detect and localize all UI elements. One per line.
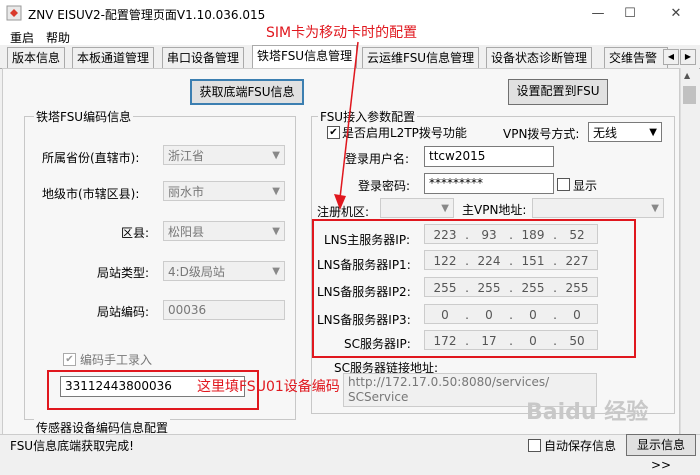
county-label: 区县: [121,226,150,240]
vpn-mode-value: 无线 [593,126,618,140]
auto-save-label: 自动保存信息 [544,439,617,453]
annotation-arrow [334,41,359,210]
status-message: FSU信息底端获取完成! [10,439,134,453]
tab-device-diagnosis[interactable]: 设备状态诊断管理 [486,47,593,68]
tab-serial-device[interactable]: 串口设备管理 [162,47,245,68]
register-area-select[interactable]: ▼ [380,198,454,218]
station-type-select[interactable]: 4:D级局站 ▼ [163,261,285,281]
tab-version-info[interactable]: 版本信息 [7,47,66,68]
scroll-up-icon[interactable]: ▲ [684,71,690,80]
fsu-code-group-title: 铁塔FSU编码信息 [34,108,134,125]
highlight-box-servers [312,219,636,358]
main-vpn-select[interactable]: ▼ [532,198,664,218]
vpn-mode-select[interactable]: 无线 ▼ [588,122,662,142]
station-code-field[interactable]: 00036 [163,300,285,320]
chevron-down-icon: ▼ [272,266,280,277]
scroll-thumb[interactable] [683,86,696,104]
province-label: 所属省份(直辖市): [42,151,140,165]
menu-help[interactable]: 帮助 [46,29,70,46]
chevron-down-icon: ▼ [272,186,280,197]
show-info-button[interactable]: 显示信息>> [626,434,696,472]
window-title: ZNV EISUV2-配置管理页面V1.10.036.015 [28,8,266,22]
chevron-down-icon: ▼ [651,203,659,214]
baidu-watermark: Baidu 经验 [526,400,649,425]
tab-cloud-fsu-info[interactable]: 云运维FSU信息管理 [362,47,480,68]
tab-board-channel[interactable]: 本板通道管理 [72,47,155,68]
city-select[interactable]: 丽水市 ▼ [163,181,285,201]
chevron-down-icon: ▼ [272,226,280,237]
username-input[interactable]: ttcw2015 [424,146,554,167]
county-select[interactable]: 松阳县 ▼ [163,221,285,241]
menu-restart[interactable]: 重启 [10,29,34,46]
auto-save-checkbox[interactable] [528,439,541,452]
city-value: 丽水市 [168,185,205,199]
tab-scroll-right-icon[interactable]: ▶ [680,49,696,65]
manual-entry-checkbox[interactable]: ✔ [63,353,76,366]
vertical-scrollbar[interactable]: ▲ [680,68,699,434]
sc-link-line-1: http://172.17.0.50:8080/services/ [348,375,550,389]
city-label: 地级市(市辖区县): [42,187,140,201]
main-vpn-label: 主VPN地址: [462,203,527,217]
minimize-button[interactable]: — [584,4,612,24]
chevron-down-icon: ▼ [272,150,280,161]
vpn-mode-label: VPN拨号方式: [503,127,580,141]
set-config-to-fsu-button[interactable]: 设置配置到FSU [508,79,608,105]
close-button[interactable]: ✕ [662,4,690,24]
chevron-down-icon: ▼ [649,127,657,138]
chevron-down-icon: ▼ [441,203,449,214]
manual-entry-label: 编码手工录入 [80,353,153,367]
show-password-label: 显示 [573,179,598,193]
province-value: 浙江省 [168,149,205,163]
get-fsu-info-button[interactable]: 获取底端FSU信息 [190,79,304,105]
app-icon [6,5,22,21]
station-type-value: 4:D级局站 [168,265,225,279]
maximize-button[interactable]: ☐ [616,4,644,24]
county-value: 松阳县 [168,225,205,239]
station-code-label: 局站编码: [97,305,150,319]
station-type-label: 局站类型: [97,266,150,280]
tab-scroll-left-icon[interactable]: ◀ [663,49,679,65]
show-password-checkbox[interactable] [557,178,570,191]
password-input[interactable]: ********* [424,173,554,194]
tab-alarm[interactable]: 交维告警 [604,47,668,68]
province-select[interactable]: 浙江省 ▼ [163,145,285,165]
annotation-fill-note: 这里填FSU01设备编码 [197,379,340,395]
